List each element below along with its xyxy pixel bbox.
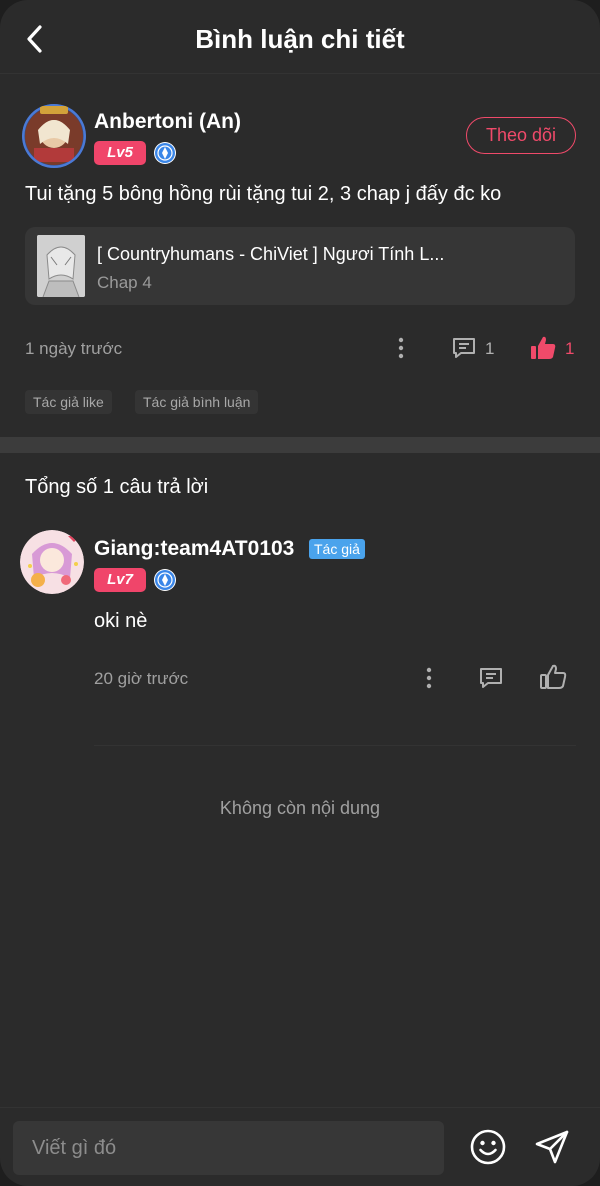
thumbs-up-filled-icon [531, 336, 556, 359]
reply-count: 1 [485, 339, 495, 358]
more-options-button[interactable] [390, 334, 412, 362]
reply-text: oki nè [94, 610, 148, 632]
author-commented-tag: Tác giả bình luận [135, 390, 259, 414]
verified-icon [154, 142, 176, 164]
reply-avatar[interactable] [20, 530, 84, 594]
reply-user-name[interactable]: Giang:team4AT0103 [94, 537, 294, 561]
chapter-title: [ Countryhumans - ChiViet ] Ngươi Tính L… [97, 244, 445, 264]
reply-time: 20 giờ trước [94, 669, 189, 688]
more-vertical-icon [426, 667, 432, 689]
like-button[interactable] [528, 333, 558, 363]
reply-avatar-image [20, 530, 84, 594]
reply-level-badge: Lv7 [94, 568, 146, 592]
list-end-divider [94, 745, 576, 746]
header-bar: Bình luận chi tiết [0, 0, 600, 74]
comment-text: Tui tặng 5 bông hồng rùi tặng tui 2, 3 c… [25, 183, 502, 205]
end-of-content-text: Không còn nội dung [219, 798, 381, 818]
page-title: Bình luận chi tiết [195, 24, 405, 54]
reply-reply-button[interactable] [476, 663, 506, 693]
reply-more-options-button[interactable] [418, 664, 440, 692]
chapter-thumbnail [37, 235, 85, 297]
commenter-name[interactable]: Anbertoni (An) [94, 110, 241, 134]
emoji-button[interactable] [466, 1125, 510, 1169]
comment-composer [0, 1107, 600, 1186]
smile-icon [470, 1129, 506, 1165]
comment-time: 1 ngày trước [25, 339, 123, 358]
follow-button[interactable]: Theo dõi [466, 117, 576, 154]
reply-like-button[interactable] [538, 662, 568, 692]
more-vertical-icon [398, 337, 404, 359]
comment-icon [480, 668, 502, 688]
chapter-card[interactable]: [ Countryhumans - ChiViet ] Ngươi Tính L… [25, 227, 575, 305]
avatar-image [22, 104, 86, 168]
thumbs-up-icon [540, 664, 567, 689]
author-badge: Tác giả [309, 539, 365, 559]
replies-count-heading: Tổng số 1 câu trả lời [25, 476, 209, 498]
reply-button[interactable] [450, 334, 478, 362]
comment-icon [453, 338, 475, 358]
avatar[interactable] [22, 104, 86, 168]
section-divider [0, 437, 600, 453]
send-button[interactable] [530, 1125, 574, 1169]
chapter-number: Chap 4 [97, 273, 152, 292]
reply-verified-icon [154, 569, 176, 591]
level-badge: Lv5 [94, 141, 146, 165]
comment-input[interactable] [13, 1121, 444, 1175]
send-icon [535, 1130, 569, 1164]
comment-detail-screen: Bình luận chi tiết Anbertoni (An) Lv5 Th… [0, 0, 600, 1186]
like-count: 1 [565, 339, 575, 358]
author-liked-tag: Tác giả like [25, 390, 112, 414]
